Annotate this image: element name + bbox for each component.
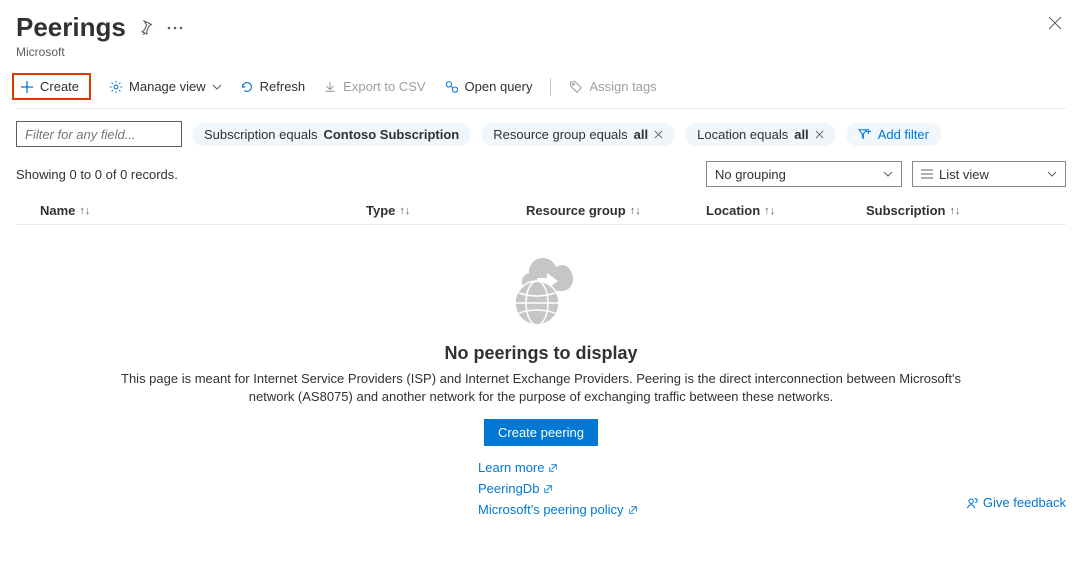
close-icon[interactable] <box>1044 12 1066 34</box>
close-icon[interactable] <box>654 130 663 139</box>
page-subtitle: Microsoft <box>16 45 185 59</box>
col-location[interactable]: Location ↑↓ <box>706 203 866 218</box>
filter-pill-label: Subscription equals <box>204 127 317 142</box>
give-feedback-link[interactable]: Give feedback <box>965 495 1066 510</box>
peering-policy-link[interactable]: Microsoft's peering policy <box>478 502 638 517</box>
col-subscription[interactable]: Subscription ↑↓ <box>866 203 1066 218</box>
toolbar-divider <box>550 78 551 96</box>
view-select[interactable]: List view <box>912 161 1066 187</box>
empty-description: This page is meant for Internet Service … <box>121 370 961 405</box>
assign-tags-button: Assign tags <box>569 77 656 96</box>
filter-pill-value: all <box>634 127 648 142</box>
col-type[interactable]: Type ↑↓ <box>366 203 526 218</box>
sort-icon: ↑↓ <box>399 205 410 217</box>
sort-icon: ↑↓ <box>630 205 641 217</box>
external-icon <box>543 484 553 494</box>
refresh-icon <box>240 80 254 94</box>
filter-pill-label: Location equals <box>697 127 788 142</box>
filter-pill-value: all <box>794 127 808 142</box>
create-peering-button[interactable]: Create peering <box>484 419 598 446</box>
col-name[interactable]: Name ↑↓ <box>16 203 366 218</box>
chevron-down-icon <box>883 171 893 177</box>
add-filter-label: Add filter <box>878 127 929 142</box>
grouping-select[interactable]: No grouping <box>706 161 902 187</box>
records-count: Showing 0 to 0 of 0 records. <box>16 167 178 182</box>
more-icon[interactable] <box>165 24 185 32</box>
download-icon <box>323 80 337 94</box>
manage-view-button[interactable]: Manage view <box>109 77 222 96</box>
external-icon <box>548 463 558 473</box>
sort-icon: ↑↓ <box>949 205 960 217</box>
grouping-value: No grouping <box>715 167 786 182</box>
feedback-label: Give feedback <box>983 495 1066 510</box>
col-label: Name <box>40 203 75 218</box>
col-label: Location <box>706 203 760 218</box>
open-query-button[interactable]: Open query <box>444 77 533 96</box>
create-label: Create <box>40 79 79 94</box>
refresh-button[interactable]: Refresh <box>240 77 306 96</box>
col-label: Type <box>366 203 395 218</box>
assign-tags-label: Assign tags <box>589 79 656 94</box>
sort-icon: ↑↓ <box>764 205 775 217</box>
empty-state: No peerings to display This page is mean… <box>16 251 1066 517</box>
tag-icon <box>569 80 583 94</box>
add-filter-icon <box>858 128 872 140</box>
filter-pill-subscription[interactable]: Subscription equals Contoso Subscription <box>192 123 471 146</box>
page-title: Peerings <box>16 12 126 43</box>
link-label: PeeringDb <box>478 481 539 496</box>
filter-pill-resourcegroup[interactable]: Resource group equals all <box>481 123 675 146</box>
chevron-down-icon <box>1047 171 1057 177</box>
gear-icon <box>109 80 123 94</box>
pin-icon[interactable] <box>136 18 155 37</box>
sort-icon: ↑↓ <box>79 205 90 217</box>
filter-pill-value: Contoso Subscription <box>323 127 459 142</box>
export-csv-label: Export to CSV <box>343 79 425 94</box>
add-filter-button[interactable]: Add filter <box>846 123 941 146</box>
open-query-label: Open query <box>465 79 533 94</box>
link-label: Learn more <box>478 460 544 475</box>
view-value: List view <box>939 167 989 182</box>
peeringdb-link[interactable]: PeeringDb <box>478 481 638 496</box>
col-label: Resource group <box>526 203 626 218</box>
link-label: Microsoft's peering policy <box>478 502 624 517</box>
external-icon <box>628 505 638 515</box>
filter-input[interactable] <box>16 121 182 147</box>
filter-pill-location[interactable]: Location equals all <box>685 123 836 146</box>
query-icon <box>444 80 459 94</box>
filter-bar: Subscription equals Contoso Subscription… <box>16 121 1066 147</box>
learn-more-link[interactable]: Learn more <box>478 460 638 475</box>
empty-title: No peerings to display <box>444 343 637 364</box>
col-label: Subscription <box>866 203 945 218</box>
manage-view-label: Manage view <box>129 79 206 94</box>
list-icon <box>921 169 933 179</box>
feedback-icon <box>965 496 979 510</box>
toolbar: Create Manage view Refresh Export to CSV <box>16 73 1066 109</box>
filter-pill-label: Resource group equals <box>493 127 627 142</box>
refresh-label: Refresh <box>260 79 306 94</box>
close-icon[interactable] <box>815 130 824 139</box>
chevron-down-icon <box>212 84 222 90</box>
col-resourcegroup[interactable]: Resource group ↑↓ <box>526 203 706 218</box>
plus-icon <box>20 80 34 94</box>
create-button[interactable]: Create <box>12 73 91 100</box>
export-csv-button: Export to CSV <box>323 77 425 96</box>
globe-cloud-icon <box>493 251 589 331</box>
column-headers: Name ↑↓ Type ↑↓ Resource group ↑↓ Location ↑… <box>16 197 1066 225</box>
